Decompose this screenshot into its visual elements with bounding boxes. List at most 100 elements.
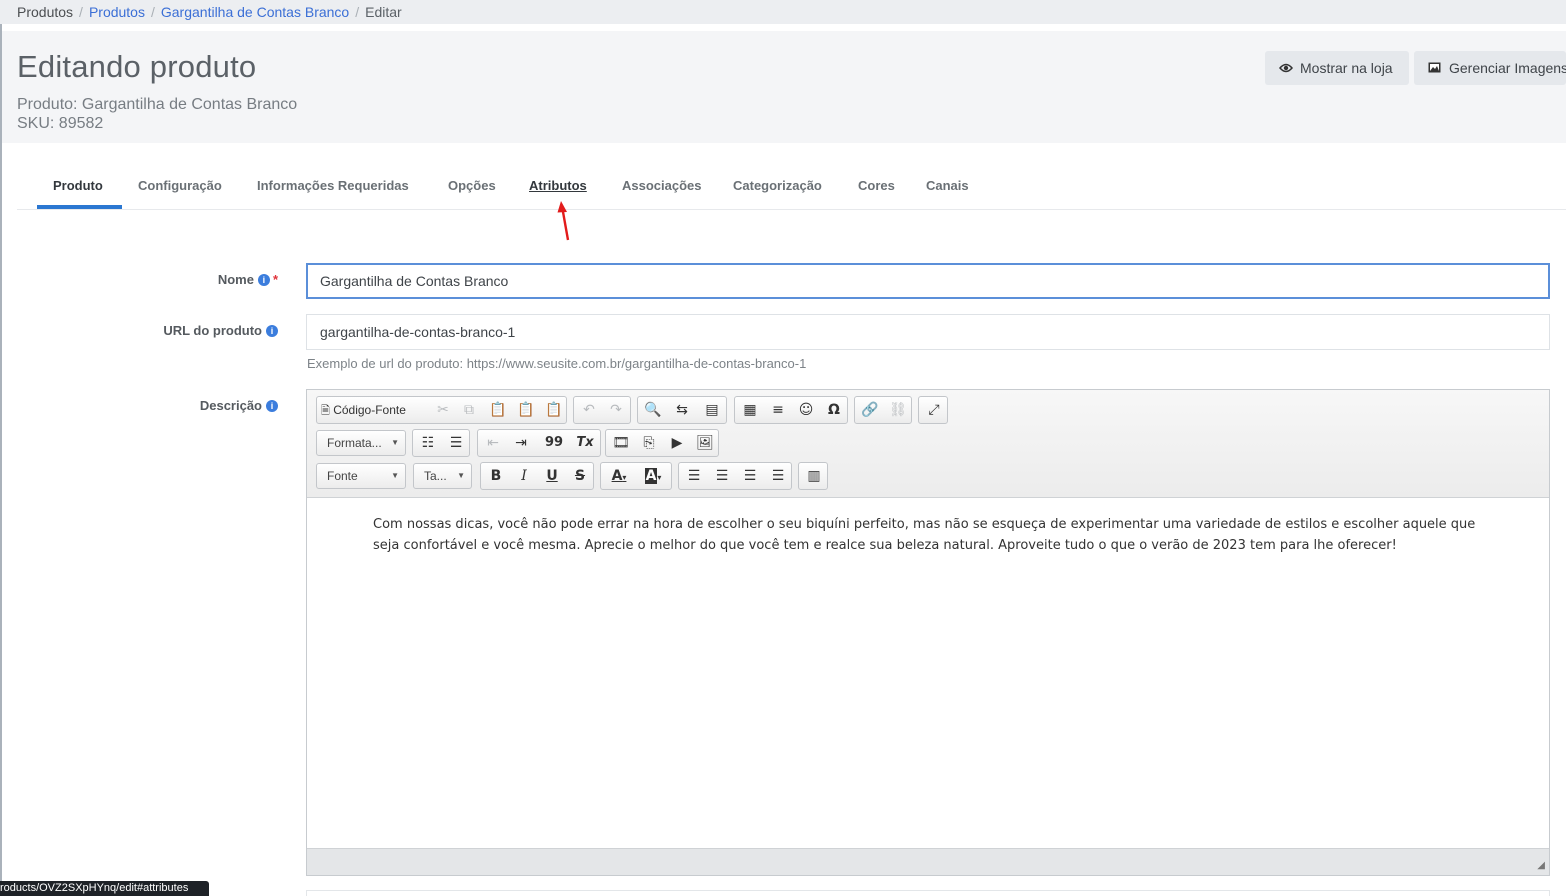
bulleted-list-icon[interactable]: ☰: [442, 430, 470, 456]
align-justify-icon[interactable]: ☰: [764, 463, 792, 489]
toolbar-group-indent: ⇤ ⇥ 99 Tx: [477, 429, 601, 457]
chevron-down-icon: ▼: [391, 438, 399, 447]
outdent-icon[interactable]: ⇤: [479, 430, 507, 456]
format-select[interactable]: Formata... ▼: [316, 430, 406, 456]
smiley-icon[interactable]: ☺: [792, 397, 820, 423]
sku-line: SKU: 89582: [17, 115, 104, 132]
special-char-icon[interactable]: Ω: [820, 397, 848, 423]
breadcrumb: Produtos / Produtos / Gargantilha de Contas …: [0, 0, 1566, 24]
tab-atributos[interactable]: Atributos: [529, 178, 587, 193]
name-label-text: Nome: [217, 272, 254, 287]
redo-icon[interactable]: ↷: [603, 397, 629, 423]
underline-icon[interactable]: U: [538, 463, 566, 489]
toolbar-group-undo: ↶ ↷: [573, 396, 631, 424]
horizontal-line-icon[interactable]: ≡: [764, 397, 792, 423]
copy-icon[interactable]: ⧉: [457, 397, 481, 423]
toolbar-group-media: 🎞 ⎘ ▶ 🖼: [605, 429, 719, 457]
find-icon[interactable]: 🔍: [639, 397, 667, 423]
maximize-icon[interactable]: ⤢: [920, 397, 948, 423]
source-icon: 🗎: [321, 405, 330, 417]
rich-text-editor: 🗎 Código-Fonte ✂ ⧉ 📋 📋 📋 ↶ ↷ 🔍 ⇆ ▤ ▦ ≡ ☺…: [306, 389, 1550, 876]
italic-icon[interactable]: I: [510, 463, 538, 489]
toolbar-group-align: ☰ ☰ ☰ ☰: [678, 462, 792, 490]
strikethrough-icon[interactable]: S: [566, 463, 594, 489]
tab-cores[interactable]: Cores: [858, 178, 895, 193]
url-label-text: URL do produto: [163, 323, 262, 338]
toolbar-group-clipboard: 🗎 Código-Fonte ✂ ⧉ 📋 📋 📋: [316, 396, 567, 424]
image-icon: [1428, 52, 1443, 85]
url-help-text: Exemplo de url do produto: https://www.s…: [307, 356, 807, 371]
active-tab-indicator: [37, 205, 122, 209]
page-title: Editando produto: [17, 49, 257, 84]
numbered-list-icon[interactable]: ☷: [414, 430, 442, 456]
url-input[interactable]: gargantilha-de-contas-branco-1: [306, 314, 1550, 350]
breadcrumb-link-products[interactable]: Produtos: [89, 0, 145, 24]
editor-content-area[interactable]: Com nossas dicas, você não pode errar na…: [307, 498, 1549, 848]
align-center-icon[interactable]: ☰: [708, 463, 736, 489]
paste-word-icon[interactable]: 📋: [541, 397, 567, 423]
iframe-icon[interactable]: ⎘: [635, 430, 663, 456]
background-color-icon[interactable]: A▾: [637, 463, 669, 489]
select-all-icon[interactable]: ▤: [698, 397, 726, 423]
remove-format-icon[interactable]: Tx: [570, 430, 600, 456]
toolbar-group-maximize: ⤢: [918, 396, 948, 424]
info-icon[interactable]: i: [266, 325, 278, 337]
show-blocks-icon[interactable]: ▥: [800, 463, 828, 489]
breadcrumb-separator: /: [355, 4, 360, 20]
resize-grip-icon[interactable]: ◢: [1537, 860, 1545, 871]
tab-opcoes[interactable]: Opções: [448, 178, 496, 193]
youtube-icon[interactable]: ▶: [663, 430, 691, 456]
tab-associacoes[interactable]: Associações: [622, 178, 702, 193]
tab-categorizacao[interactable]: Categorização: [733, 178, 822, 193]
replace-icon[interactable]: ⇆: [668, 397, 696, 423]
align-right-icon[interactable]: ☰: [736, 463, 764, 489]
align-left-icon[interactable]: ☰: [680, 463, 708, 489]
tab-produto[interactable]: Produto: [53, 178, 103, 193]
editor-paragraph: Com nossas dicas, você não pode errar na…: [373, 517, 1476, 553]
toolbar-group-find: 🔍 ⇆ ▤: [637, 396, 727, 424]
source-button[interactable]: 🗎 Código-Fonte: [317, 397, 425, 423]
image-icon[interactable]: 🖼: [691, 430, 719, 456]
breadcrumb-separator: /: [150, 4, 155, 20]
toolbar-group-lists: ☷ ☰: [412, 429, 470, 457]
size-select[interactable]: Ta... ▼: [413, 463, 472, 489]
page-header: [2, 31, 1566, 143]
info-icon[interactable]: i: [266, 400, 278, 412]
annotation-arrow: [557, 201, 570, 241]
font-select[interactable]: Fonte ▼: [316, 463, 406, 489]
toolbar-group-basic-styles: B I U S: [480, 462, 594, 490]
chevron-down-icon: ▼: [391, 471, 399, 480]
size-select-label: Ta...: [424, 469, 447, 483]
manage-images-button[interactable]: Gerenciar Imagens: [1414, 51, 1566, 85]
indent-icon[interactable]: ⇥: [507, 430, 535, 456]
link-icon[interactable]: 🔗: [856, 397, 884, 423]
blockquote-icon[interactable]: 99: [540, 430, 568, 456]
source-label: Código-Fonte: [333, 403, 406, 417]
video-icon[interactable]: 🎞: [607, 430, 635, 456]
cut-icon[interactable]: ✂: [431, 397, 455, 423]
tab-informacoes-requeridas[interactable]: Informações Requeridas: [257, 178, 409, 193]
background-color-glyph: A: [644, 468, 658, 484]
toolbar-group-insert: ▦ ≡ ☺ Ω: [734, 396, 848, 424]
unlink-icon[interactable]: ⛓: [884, 397, 912, 423]
toolbar-group-links: 🔗 ⛓: [854, 396, 912, 424]
chevron-down-icon: ▼: [457, 471, 465, 480]
name-input[interactable]: Gargantilha de Contas Branco: [306, 263, 1550, 299]
tab-configuracao[interactable]: Configuração: [138, 178, 222, 193]
bold-icon[interactable]: B: [482, 463, 510, 489]
text-color-icon[interactable]: A▾: [603, 463, 635, 489]
paste-text-icon[interactable]: 📋: [513, 397, 539, 423]
breadcrumb-link-product[interactable]: Gargantilha de Contas Branco: [161, 0, 349, 24]
breadcrumb-root: Produtos: [17, 4, 74, 20]
table-icon[interactable]: ▦: [736, 397, 764, 423]
product-name-line: Produto: Gargantilha de Contas Branco: [17, 96, 298, 113]
tab-bar: Produto Configuração Informações Requeri…: [17, 142, 1566, 210]
show-in-store-button[interactable]: Mostrar na loja: [1265, 51, 1409, 85]
description-label: Descrição i: [200, 398, 278, 413]
toolbar-group-blocks: ▥: [798, 462, 828, 490]
info-icon[interactable]: i: [257, 274, 270, 286]
paste-icon[interactable]: 📋: [485, 397, 511, 423]
tab-canais[interactable]: Canais: [926, 178, 969, 193]
undo-icon[interactable]: ↶: [576, 397, 602, 423]
breadcrumb-current: Editar: [365, 4, 402, 20]
